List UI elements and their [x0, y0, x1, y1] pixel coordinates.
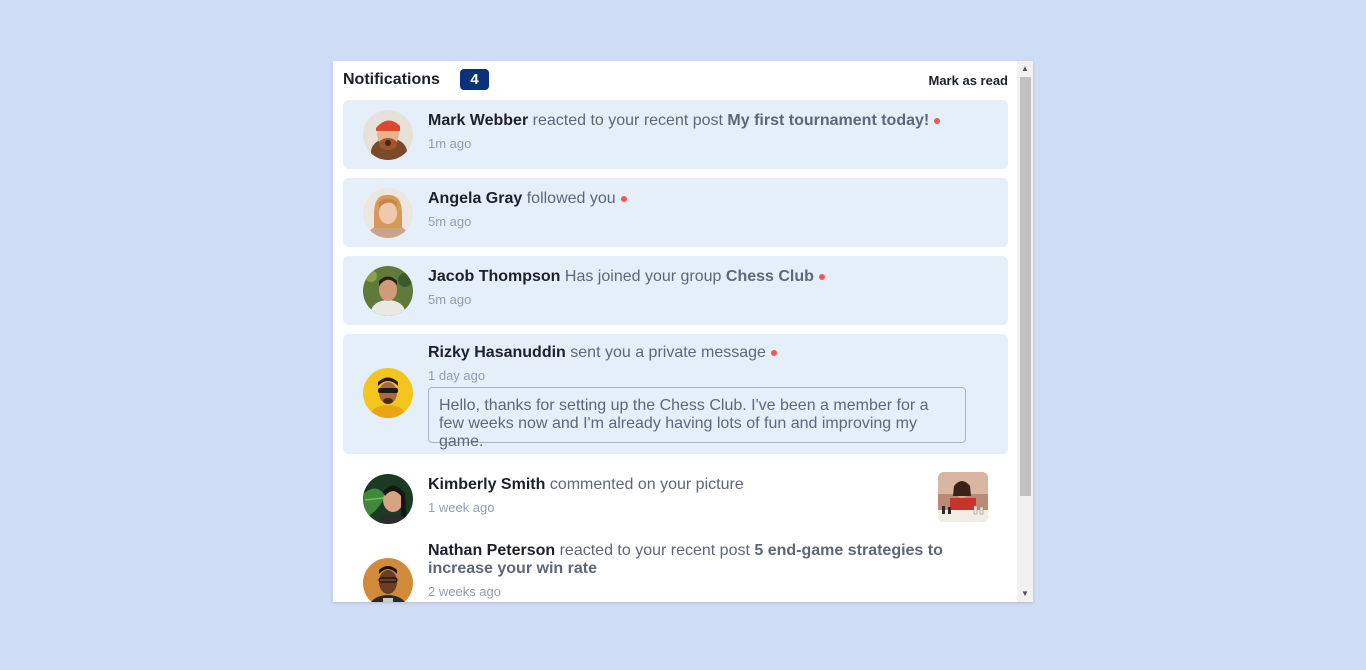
notification-text: Angela Gray followed you	[428, 190, 968, 208]
notification-action: Has joined your group	[564, 268, 722, 285]
user-name[interactable]: Kimberly Smith	[428, 476, 545, 493]
notification-text: Nathan Peterson reacted to your recent p…	[428, 542, 968, 578]
notification-action: followed you	[526, 190, 616, 207]
user-name[interactable]: Mark Webber	[428, 112, 528, 129]
avatar[interactable]	[363, 474, 413, 524]
notification-action: sent you a private message	[570, 344, 766, 361]
notification-action: reacted to your recent post	[559, 542, 750, 559]
private-message-preview[interactable]: Hello, thanks for setting up the Chess C…	[428, 387, 966, 450]
notification-action: reacted to your recent post	[532, 112, 723, 129]
notification-text: Mark Webber reacted to your recent post …	[428, 112, 968, 130]
unread-dot-icon	[934, 118, 941, 124]
avatar[interactable]	[363, 110, 413, 160]
avatar[interactable]	[363, 558, 413, 602]
notification-action: commented on your picture	[549, 476, 744, 493]
user-name[interactable]: Angela Gray	[428, 190, 522, 207]
notifications-viewport[interactable]: Notifications 4 Mark as read Mark Webber…	[333, 61, 1017, 602]
user-name[interactable]: Jacob Thompson	[428, 268, 560, 285]
timestamp: 1m ago	[428, 136, 472, 151]
scroll-up-arrow-icon[interactable]: ▲	[1017, 61, 1033, 77]
unread-dot-icon	[818, 274, 825, 280]
notification-item[interactable]: Kimberly Smith commented on your picture…	[343, 463, 1008, 533]
group-link[interactable]: Chess Club	[726, 268, 814, 285]
user-name[interactable]: Nathan Peterson	[428, 542, 555, 559]
avatar[interactable]	[363, 266, 413, 316]
notification-text: Kimberly Smith commented on your picture	[428, 476, 968, 494]
avatar[interactable]	[363, 188, 413, 238]
unread-dot-icon	[770, 350, 777, 356]
notification-text: Rizky Hasanuddin sent you a private mess…	[428, 344, 968, 362]
timestamp: 5m ago	[428, 292, 472, 307]
mark-as-read-button[interactable]: Mark as read	[929, 73, 1009, 88]
post-link[interactable]: My first tournament today!	[727, 112, 929, 129]
notification-item[interactable]: Mark Webber reacted to your recent post …	[343, 100, 1008, 169]
timestamp: 5m ago	[428, 214, 472, 229]
timestamp: 1 day ago	[428, 368, 486, 383]
scroll-down-arrow-icon[interactable]: ▼	[1017, 586, 1033, 602]
page-title: Notifications	[343, 71, 440, 88]
notification-item[interactable]: Jacob Thompson Has joined your group Che…	[343, 256, 1008, 325]
notification-item[interactable]: Angela Gray followed you 5m ago	[343, 178, 1008, 247]
vertical-scrollbar[interactable]: ▲ ▼	[1017, 61, 1033, 602]
notification-item[interactable]: Nathan Peterson reacted to your recent p…	[343, 542, 1008, 602]
notifications-header: Notifications 4 Mark as read	[343, 69, 1008, 91]
scrollbar-thumb[interactable]	[1020, 77, 1031, 496]
notification-text: Jacob Thompson Has joined your group Che…	[428, 268, 968, 286]
unread-dot-icon	[620, 196, 627, 202]
notification-item[interactable]: Rizky Hasanuddin sent you a private mess…	[343, 334, 1008, 454]
notifications-panel: Notifications 4 Mark as read Mark Webber…	[333, 61, 1033, 602]
timestamp: 2 weeks ago	[428, 584, 501, 599]
avatar[interactable]	[363, 368, 413, 418]
timestamp: 1 week ago	[428, 500, 495, 515]
commented-picture-thumbnail[interactable]	[938, 472, 988, 522]
unread-count-badge: 4	[460, 69, 489, 90]
user-name[interactable]: Rizky Hasanuddin	[428, 344, 566, 361]
